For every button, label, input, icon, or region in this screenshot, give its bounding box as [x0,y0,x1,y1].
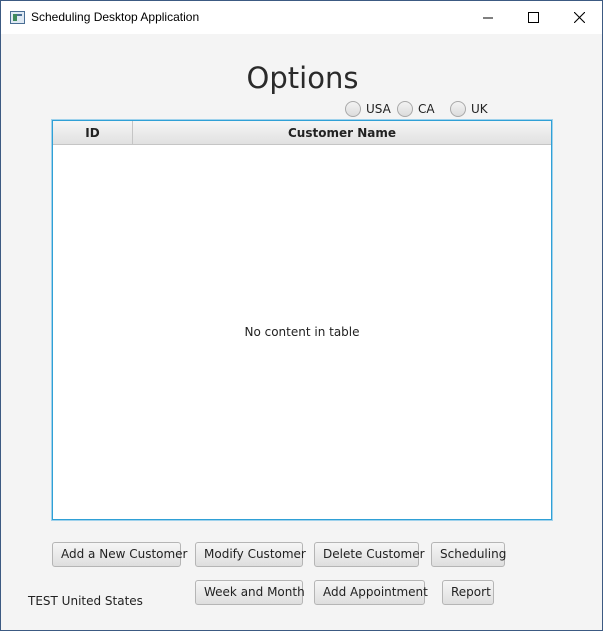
report-button[interactable]: Report [442,580,494,605]
maximize-button[interactable] [510,1,556,34]
close-icon [573,12,585,23]
add-appointment-button[interactable]: Add Appointment [314,580,428,605]
maximize-icon [527,12,539,23]
column-header-customer-name[interactable]: Customer Name [133,121,551,145]
app-window-icon [10,11,25,24]
minimize-icon [483,17,493,18]
table-empty-message: No content in table [244,325,360,339]
close-button[interactable] [556,1,602,34]
app-window: Scheduling Desktop Application Options U… [0,0,603,631]
column-header-id[interactable]: ID [53,121,133,145]
modify-customer-button[interactable]: Modify Customer [195,542,306,567]
radio-label-ca: CA [418,102,435,116]
radio-button-icon[interactable] [345,101,361,117]
delete-customer-button[interactable]: Delete Customer [314,542,425,567]
page-title: Options [246,61,359,95]
radio-label-uk: UK [471,102,488,116]
customer-table[interactable]: ID Customer Name No content in table [52,120,552,520]
radio-ca[interactable]: CA [397,100,435,118]
radio-button-icon[interactable] [450,101,466,117]
window-title: Scheduling Desktop Application [31,10,200,24]
radio-uk[interactable]: UK [450,100,488,118]
radio-usa[interactable]: USA [345,100,391,118]
status-label: TEST United States [28,594,143,608]
title-bar[interactable]: Scheduling Desktop Application [1,1,602,34]
scheduling-button[interactable]: Scheduling [431,542,506,567]
minimize-button[interactable] [465,1,511,34]
table-header: ID Customer Name [53,121,551,145]
week-and-month-button[interactable]: Week and Month [195,580,305,605]
radio-label-usa: USA [366,102,391,116]
radio-button-icon[interactable] [397,101,413,117]
add-customer-button[interactable]: Add a New Customer [52,542,188,567]
